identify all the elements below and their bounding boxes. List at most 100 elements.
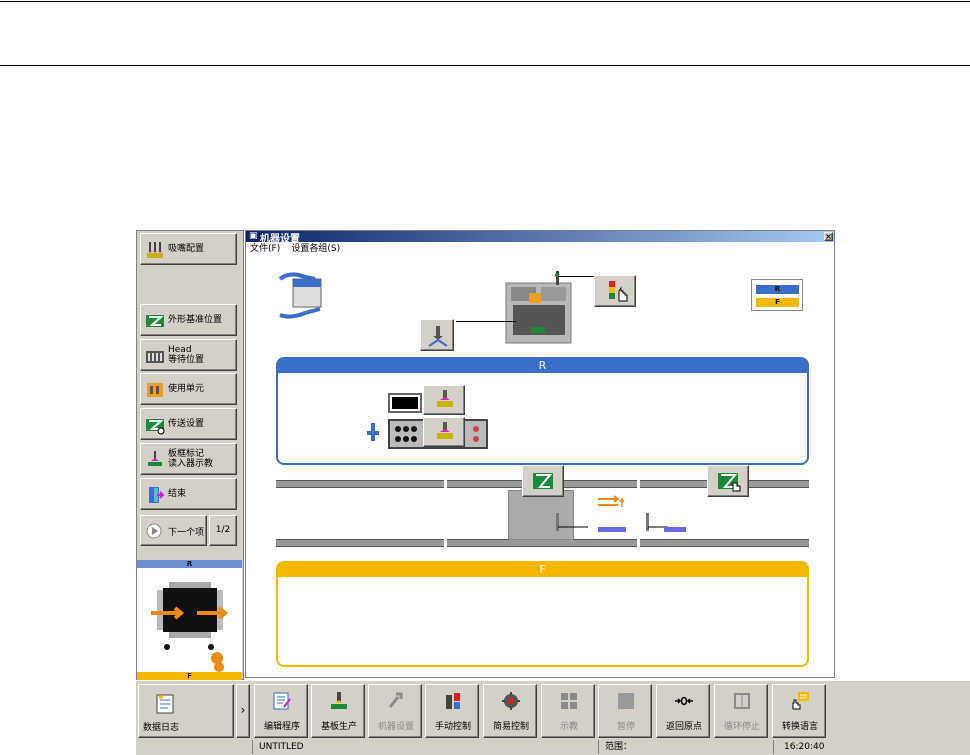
head-wait-button[interactable]: Head 等待位置 [140, 339, 237, 371]
simple-control-button[interactable]: 简易控制 [483, 684, 537, 738]
window-icon: ▣ [249, 231, 258, 241]
conveyor-setting-label: 传送设置 [168, 419, 205, 429]
board-production-icon [331, 692, 347, 709]
play-icon [146, 523, 162, 539]
pause-icon [618, 693, 634, 709]
machine-setting-button[interactable]: 机器设置 [368, 684, 422, 738]
signal-tower-icon [609, 281, 628, 302]
conveyor-width-button[interactable] [522, 465, 564, 497]
language-switch-button[interactable]: 转换语言 [772, 684, 826, 738]
menu-settings-groups[interactable]: 设置各组(S) [291, 244, 340, 254]
header-rule [0, 65, 970, 66]
cycle-stop-button[interactable]: 循环停止 [714, 684, 768, 738]
conveyor-setting-shortcut-icon [718, 473, 741, 492]
toolbar-expand-button[interactable]: › [236, 684, 250, 738]
head-wait-icon [146, 351, 164, 363]
mark-reader-button[interactable]: 板框标记 读入器示教 [140, 443, 237, 475]
rf-legend: R F [751, 279, 803, 311]
language-switch-label: 转换语言 [781, 722, 818, 732]
machine-setting-icon [388, 692, 403, 708]
board-production-button[interactable]: 基板生产 [311, 684, 365, 738]
tray-unit [388, 393, 422, 413]
nozzle-config-button[interactable]: 吸嘴配置 [140, 233, 237, 265]
conveyor-setting-shortcut-button[interactable] [707, 465, 749, 497]
edit-program-button[interactable]: 编辑程序 [254, 684, 308, 738]
machine-setting-label: 机器设置 [377, 722, 414, 732]
nozzle-button[interactable] [420, 319, 454, 351]
front-panel-header: F [278, 563, 807, 577]
unit-use-button[interactable]: 使用单元 [140, 373, 237, 405]
board-production-label: 基板生产 [320, 722, 357, 732]
mini-f-bar: F [137, 672, 242, 680]
mini-r-bar: R [137, 560, 242, 568]
mini-board-diagram [151, 582, 229, 672]
window-close-button[interactable]: × [824, 232, 833, 241]
exit-button[interactable]: 结束 [140, 478, 237, 510]
tray-nozzle-icon [437, 390, 453, 407]
legend-f: F [756, 298, 799, 307]
feeder-nozzle-button[interactable] [423, 417, 465, 447]
window-titlebar: ▣ 机器设置 × [246, 231, 834, 245]
top-rule [0, 1, 970, 2]
front-side-panel: F [276, 561, 809, 667]
edit-program-label: 编辑程序 [263, 722, 300, 732]
feeder-nozzle-icon [437, 422, 453, 439]
hands-pcb-icon [278, 272, 322, 319]
teach-icon [561, 693, 577, 709]
next-item-label: 下一个项 [168, 528, 205, 538]
tray-nozzle-button[interactable] [423, 385, 465, 415]
front-rail-left [276, 539, 444, 547]
outline-reference-icon [146, 315, 164, 327]
manual-control-icon [446, 693, 460, 709]
tray-unit-screen [392, 397, 418, 409]
return-origin-icon [675, 696, 693, 706]
leader-line-nozzle [456, 321, 516, 322]
exit-label: 结束 [168, 489, 187, 499]
cycle-stop-label: 循环停止 [723, 722, 760, 732]
manual-control-button[interactable]: 手动控制 [425, 684, 479, 738]
simple-control-icon [502, 692, 520, 710]
page-indicator[interactable]: 1/2 [209, 515, 237, 546]
status-range: 范围： [598, 740, 775, 754]
next-item-button[interactable]: 下一个项 [140, 515, 207, 546]
outline-reference-button[interactable]: 外形基准位置 [140, 304, 237, 336]
pause-label: 暂停 [616, 722, 635, 732]
rear-rail-left [276, 480, 444, 488]
nozzle-marker-icon [367, 423, 379, 441]
menu-bar: 文件(F) 设置各组(S) [250, 243, 348, 254]
stopper-graphic [556, 495, 686, 532]
mini-board-preview: R F [137, 560, 242, 680]
signal-tower-button[interactable] [594, 275, 636, 307]
rear-panel-header: R [278, 359, 807, 373]
rear-side-panel: R [276, 357, 809, 465]
language-icon [792, 692, 809, 710]
nozzle-config-label: 吸嘴配置 [168, 244, 205, 254]
machine-setting-window: ▣ 机器设置 × 文件(F) 设置各组(S) R F R F [245, 230, 835, 678]
outline-reference-label: 外形基准位置 [168, 315, 223, 325]
return-origin-button[interactable]: 返回原点 [656, 684, 710, 738]
simple-control-label: 简易控制 [492, 722, 529, 732]
status-time: 16:20:40 [773, 740, 844, 754]
teach-button[interactable]: 示教 [541, 684, 595, 738]
data-log-label: 数据日志 [143, 723, 180, 733]
conveyor-setting-icon [146, 419, 165, 435]
nozzle-config-icon [147, 242, 163, 258]
head-wait-label: Head 等待位置 [168, 345, 205, 365]
pause-button[interactable]: 暂停 [598, 684, 652, 738]
conveyor-width-icon [533, 473, 553, 489]
cycle-stop-icon [734, 693, 750, 709]
legend-r: R [756, 285, 799, 294]
unit-use-icon [147, 383, 163, 397]
status-program: UNTITLED [252, 740, 599, 754]
nozzle-icon [428, 326, 448, 347]
exit-door-icon [149, 487, 165, 503]
machine-image [505, 271, 572, 344]
data-log-button[interactable]: 数据日志 [138, 684, 234, 738]
mark-reader-icon [148, 451, 162, 466]
mark-reader-label: 板框标记 读入器示教 [168, 449, 214, 469]
conveyor-setting-button[interactable]: 传送设置 [140, 408, 237, 440]
menu-file[interactable]: 文件(F) [250, 244, 280, 254]
edit-program-icon [273, 692, 291, 710]
manual-control-label: 手动控制 [434, 722, 471, 732]
teach-label: 示教 [559, 722, 578, 732]
